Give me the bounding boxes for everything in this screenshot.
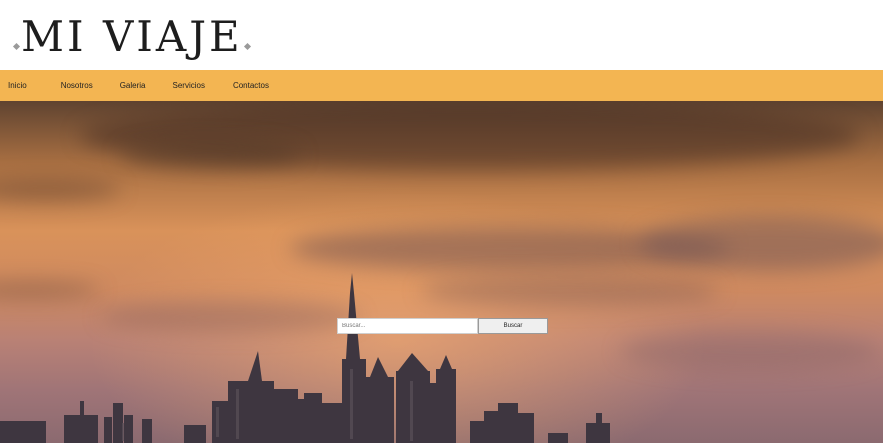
nav-item-contactos[interactable]: Contactos — [233, 81, 269, 90]
cloud — [0, 179, 120, 201]
search-form: Buscar — [337, 318, 548, 334]
city-skyline — [0, 273, 610, 443]
site-header: MI VIAJE — [0, 0, 883, 70]
cloud — [640, 216, 883, 271]
main-navigation: Inicio Nosotros Galeria Servicios Contac… — [0, 70, 883, 101]
logo-text: MI VIAJE — [21, 11, 243, 61]
hero-banner: Buscar — [0, 101, 883, 443]
cloud — [120, 141, 300, 169]
diamond-ornament-icon — [12, 42, 21, 50]
nav-item-nosotros[interactable]: Nosotros — [61, 81, 93, 90]
nav-item-inicio[interactable]: Inicio — [8, 81, 27, 90]
search-input[interactable] — [337, 318, 478, 334]
nav-item-galeria[interactable]: Galeria — [120, 81, 146, 90]
site-logo[interactable]: MI VIAJE — [12, 10, 252, 62]
nav-item-servicios[interactable]: Servicios — [173, 81, 205, 90]
search-button[interactable]: Buscar — [478, 318, 548, 334]
diamond-ornament-icon — [243, 42, 251, 50]
